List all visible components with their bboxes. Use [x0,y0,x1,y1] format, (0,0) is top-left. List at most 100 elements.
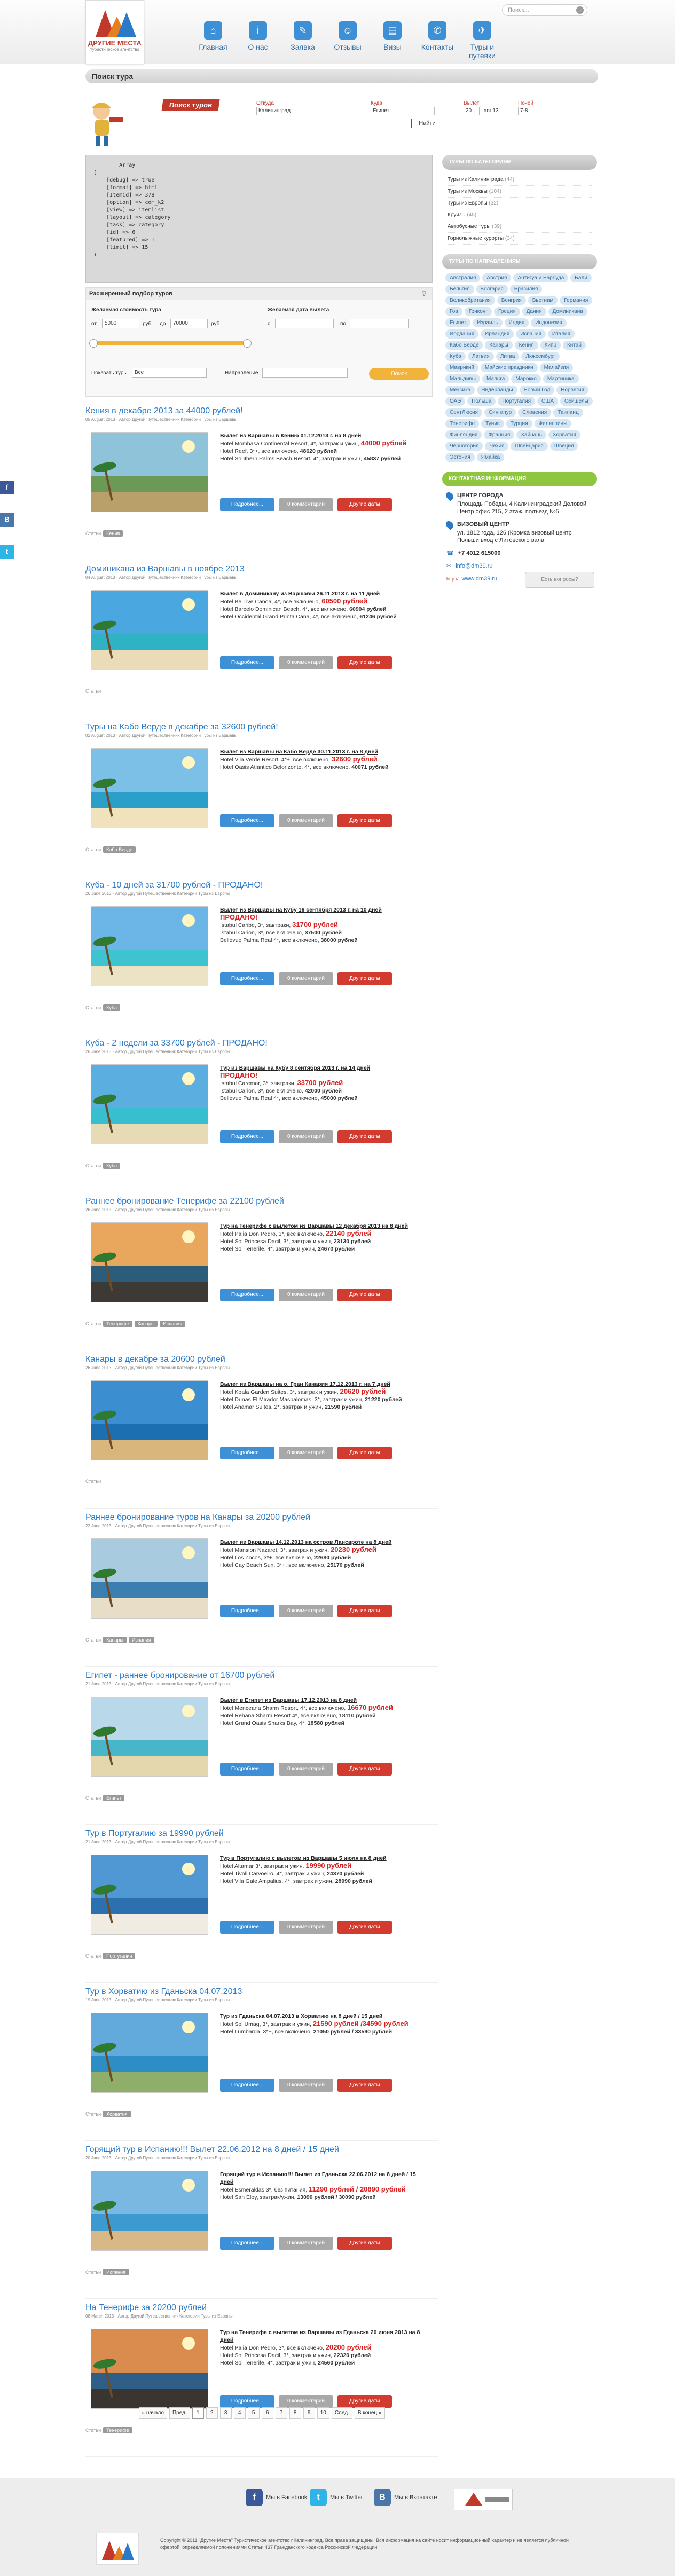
other-dates-button[interactable]: Другие даты [338,656,392,669]
direction-tag[interactable]: Тенерифе [445,419,480,428]
pager-item[interactable]: 8 [289,2407,301,2419]
comments-button[interactable]: 0 комментарий [279,1289,333,1301]
other-dates-button[interactable]: Другие даты [338,2395,392,2408]
pager-item[interactable]: « начало [138,2407,167,2419]
comments-button[interactable]: 0 комментарий [279,1130,333,1143]
search-input[interactable]: Поиск... ⌕ [502,4,587,16]
direction-tag[interactable]: Австралия [445,273,481,282]
tour-title-link[interactable]: Горящий тур в Испанию!!! Вылет 22.06.201… [85,2141,438,2156]
direction-tag[interactable]: Таиланд [553,408,583,417]
tag-link[interactable]: Канары [134,1321,158,1327]
comments-button[interactable]: 0 комментарий [279,972,333,985]
comments-button[interactable]: 0 комментарий [279,1763,333,1776]
direction-tag[interactable]: Мексика [445,386,475,395]
direction-tag[interactable]: Италия [547,329,575,339]
direction-tag[interactable]: Гоа [445,307,462,316]
pager-item[interactable]: След. [331,2407,352,2419]
nights-select[interactable]: 7-8 [518,107,541,115]
tag-link[interactable]: Хорватия [103,2111,131,2117]
direction-tag[interactable]: Доминикана [548,307,587,316]
direction-tag[interactable]: Польша [467,397,496,406]
direction-tag[interactable]: СентЛюсия [445,408,482,417]
direction-tag[interactable]: Эстония [445,453,475,462]
filter-icon[interactable]: ⊽ [421,290,427,299]
tag-link[interactable]: Испания [128,1637,154,1643]
direction-tag[interactable]: Нидерланды [477,386,517,395]
date-from-input[interactable] [275,319,334,328]
direction-tag[interactable]: Бали [570,273,592,282]
tour-title-link[interactable]: Египет - раннее бронирование от 16700 ру… [85,1667,438,1682]
direction-tag[interactable]: Франция [484,430,515,439]
category-item[interactable]: Туры из Калининграда (44) [448,174,592,186]
more-button[interactable]: Подробнее... [220,2237,274,2250]
comments-button[interactable]: 0 комментарий [279,656,333,669]
direction-tag[interactable]: Новый Год [519,386,555,395]
direction-tag[interactable]: Хорватия [548,430,580,439]
email-link[interactable]: info@dm39.ru [456,563,492,569]
tour-photo[interactable] [91,1380,208,1460]
direction-tag[interactable]: Майские праздники [481,363,538,372]
more-button[interactable]: Подробнее... [220,498,274,511]
direction-tag[interactable]: Литва [496,352,520,361]
category-item[interactable]: Горнолыжные курорты (34) [448,233,592,245]
other-dates-button[interactable]: Другие даты [338,2079,392,2092]
to-select[interactable]: Египет [371,107,435,115]
category-item[interactable]: Туры из Европы (32) [448,198,592,209]
tag-link[interactable]: Испания [160,1321,186,1327]
direction-tag[interactable]: Турция [506,419,532,428]
more-button[interactable]: Подробнее... [220,1763,274,1776]
more-button[interactable]: Подробнее... [220,2079,274,2092]
price-from-input[interactable]: 5000 [102,319,139,328]
show-select[interactable]: Все [132,368,207,378]
tour-photo[interactable] [91,906,208,986]
tag-link[interactable]: Кения [103,530,123,537]
nav-item-6[interactable]: ✈ Туры и путевки [461,21,503,60]
price-slider[interactable] [89,339,252,348]
nav-item-2[interactable]: ✎ Заявка [282,21,324,60]
more-button[interactable]: Подробнее... [220,1447,274,1459]
filter-submit-button[interactable]: Поиск [369,368,429,380]
tag-link[interactable]: Египет [103,1795,125,1801]
direction-tag[interactable]: ОАЭ [445,397,466,406]
footer-facebook[interactable]: f Мы в Facebook [246,2489,307,2506]
comments-button[interactable]: 0 комментарий [279,1447,333,1459]
tour-title-link[interactable]: Раннее бронирование туров на Канары за 2… [85,1509,438,1523]
direction-tag[interactable]: Иордания [445,329,479,339]
category-item[interactable]: Туры из Москвы (104) [448,186,592,198]
comments-button[interactable]: 0 комментарий [279,498,333,511]
direction-tag[interactable]: Финляндия [445,430,482,439]
direction-tag[interactable]: Швеция [550,442,578,451]
footer-vkontakte[interactable]: B Мы в Вконтакте [374,2489,437,2506]
comments-button[interactable]: 0 комментарий [279,2079,333,2092]
footer-twitter[interactable]: t Мы в Twitter [310,2489,363,2506]
direction-tag[interactable]: Кабо Верде [445,341,483,350]
footer-logo[interactable] [96,2533,139,2565]
nav-item-4[interactable]: ▤ Визы [372,21,413,60]
direction-tag[interactable]: Ирландия [481,329,514,339]
tour-photo[interactable] [91,2013,208,2093]
pager-item[interactable]: 2 [206,2407,218,2419]
direction-tag[interactable]: Маврикий [445,363,479,372]
other-dates-button[interactable]: Другие даты [338,498,392,511]
direction-tag[interactable]: Мартиника [543,374,579,383]
from-select[interactable]: Калининград [256,107,336,115]
more-button[interactable]: Подробнее... [220,656,274,669]
comments-button[interactable]: 0 комментарий [279,814,333,827]
direction-tag[interactable]: Израиль [473,318,503,327]
direction-tag[interactable]: Антигуа и Барбуда [513,273,569,282]
tag-link[interactable]: Тенерифе [103,1321,132,1327]
direction-tag[interactable]: Болгария [476,285,508,294]
direction-tag[interactable]: Германия [560,296,593,305]
tour-title-link[interactable]: Кения в декабре 2013 за 44000 рублей! [85,402,438,417]
direction-tag[interactable]: Малайзия [539,363,574,372]
direction-tag[interactable]: Словения [518,408,552,417]
direction-tag[interactable]: Гонконг [464,307,492,316]
other-dates-button[interactable]: Другие даты [338,1289,392,1301]
site-link[interactable]: www.dm39.ru [462,576,498,582]
tag-link[interactable]: Испания [103,2269,129,2275]
direction-tag[interactable]: Австрия [482,273,512,282]
tour-title-link[interactable]: Раннее бронирование Тенерифе за 22100 ру… [85,1192,438,1207]
direction-tag[interactable]: Чехия [485,442,509,451]
pager-item[interactable]: Пред. [169,2407,190,2419]
tour-title-link[interactable]: Куба - 10 дней за 31700 рублей - ПРОДАНО… [85,876,438,891]
